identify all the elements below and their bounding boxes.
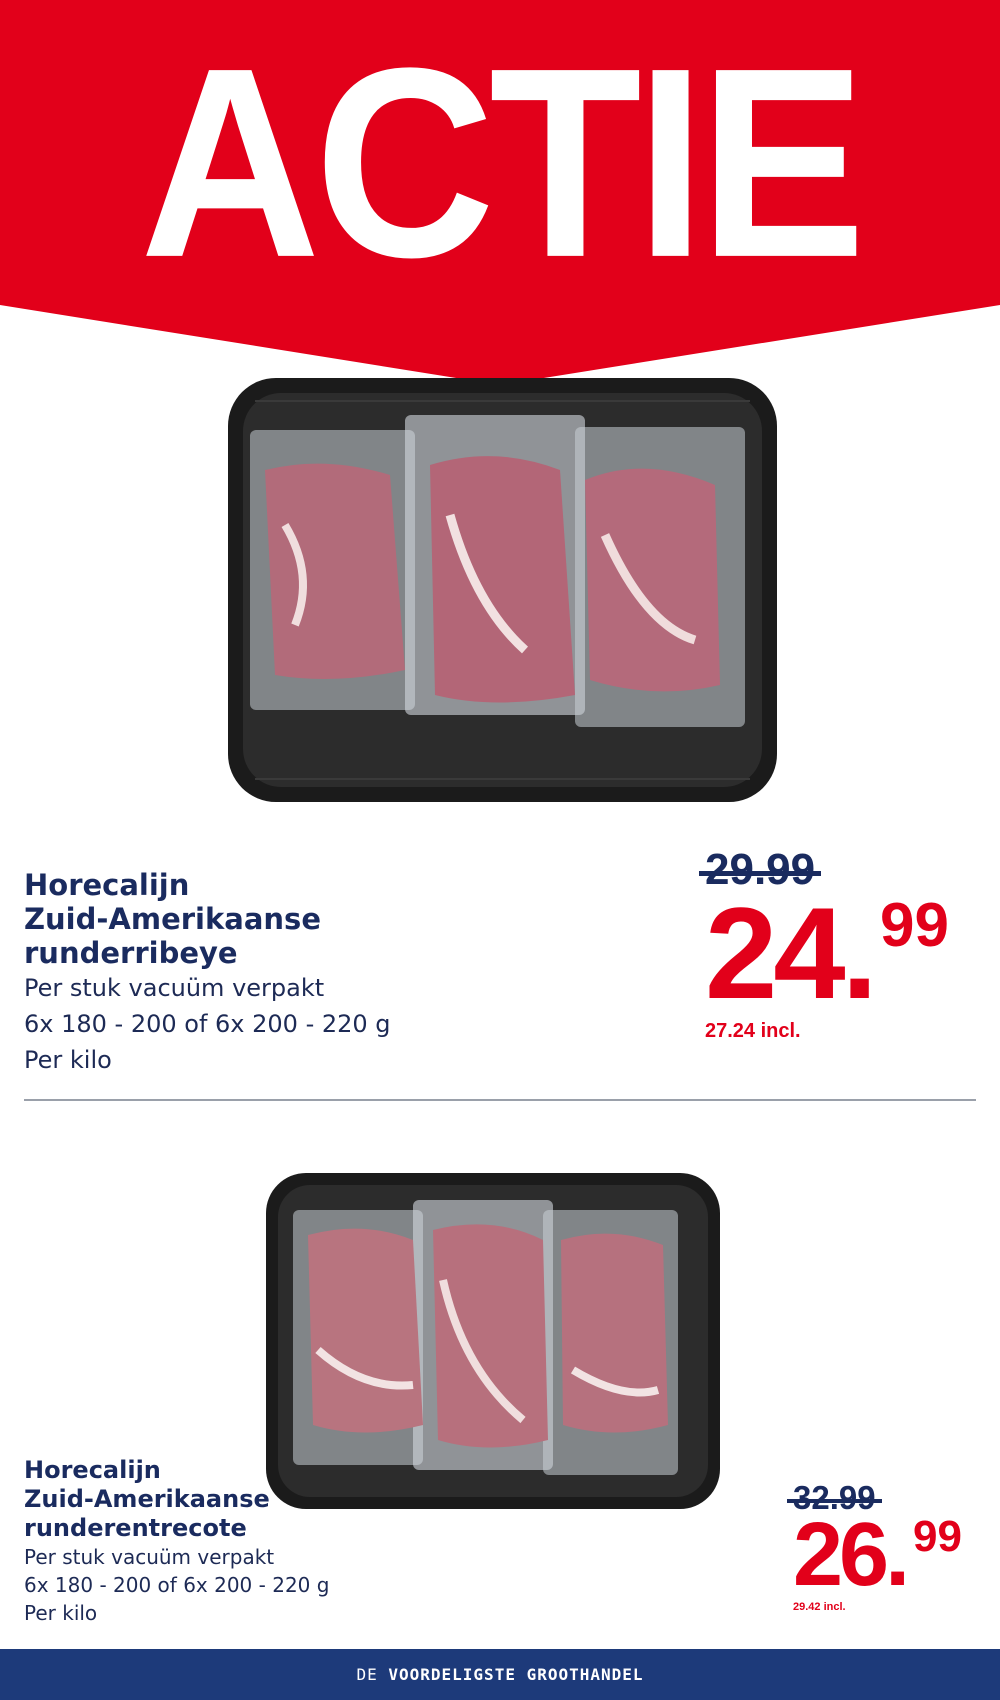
new-price: 26. 99 <box>793 1505 993 1605</box>
product-description: Per stuk vacuüm verpakt 6x 180 - 200 of … <box>24 1545 330 1625</box>
product-name: Horecalijn Zuid-Amerikaanse runderribeye <box>24 868 321 970</box>
footer-bar: DE VOORDELIGSTE GROOTHANDEL <box>0 1649 1000 1700</box>
price-block-entrecote: 32.99 26. 99 29.42 incl. <box>787 1480 993 1630</box>
price-dot: . <box>841 880 878 1026</box>
product-description: Per stuk vacuüm verpakt 6x 180 - 200 of … <box>24 974 391 1074</box>
footer-tagline: VOORDELIGSTE GROOTHANDEL <box>388 1665 644 1684</box>
strikethrough <box>787 1498 882 1503</box>
divider <box>24 1099 976 1101</box>
price-euros: 26 <box>793 1505 889 1605</box>
price-euros: 24 <box>705 880 846 1026</box>
vacuum-packed-steak-tray-icon <box>228 378 777 802</box>
price-cents: 99 <box>913 1512 962 1561</box>
product-info-ribeye: Horecalijn Zuid-Amerikaanse runderribeye… <box>24 868 624 1078</box>
new-price: 24. 99 <box>705 880 985 1026</box>
product-image-ribeye <box>225 375 780 805</box>
strikethrough <box>699 871 822 876</box>
banner-title: ACTIE <box>140 11 866 314</box>
price-block-ribeye: 29.99 24. 99 27.24 incl. <box>699 845 985 1075</box>
footer-prefix: DE <box>356 1665 389 1684</box>
price-cents: 99 <box>880 891 949 960</box>
product-name: Horecalijn Zuid-Amerikaanse runderentrec… <box>24 1456 270 1542</box>
product-info-entrecote: Horecalijn Zuid-Amerikaanse runderentrec… <box>24 1456 524 1627</box>
price-dot: . <box>885 1505 911 1605</box>
actie-banner: ACTIE <box>0 0 1000 390</box>
